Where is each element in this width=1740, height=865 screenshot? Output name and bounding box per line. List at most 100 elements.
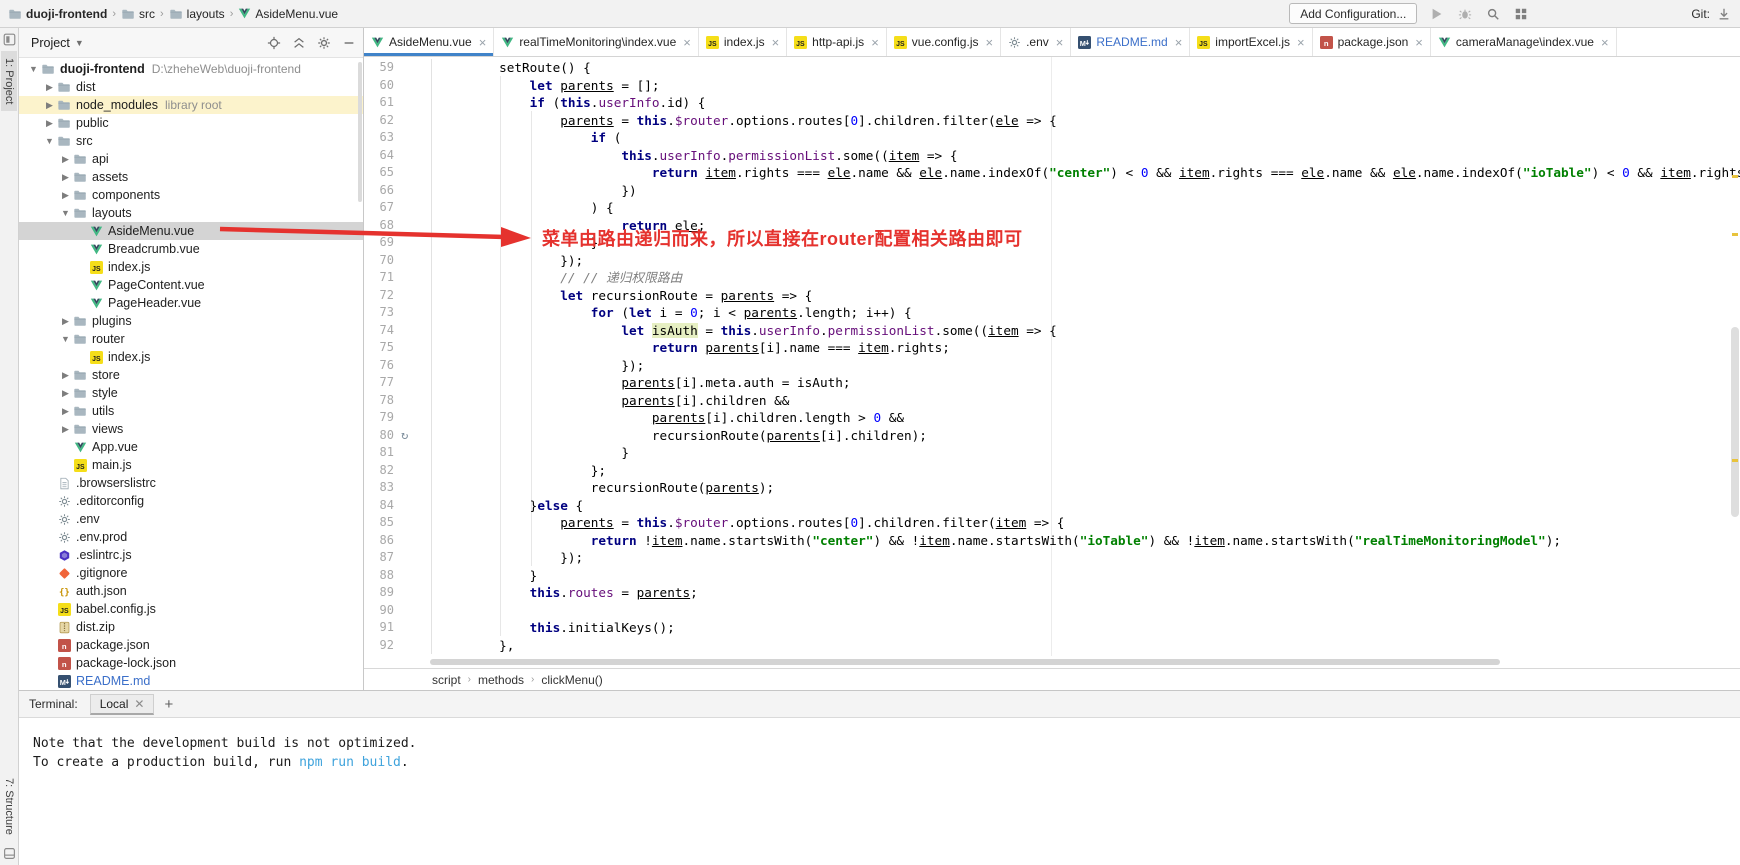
- editor-tab-http-api-js[interactable]: JShttp-api.js×: [787, 28, 887, 56]
- hide-panel-icon[interactable]: [341, 35, 357, 51]
- error-stripe-mark[interactable]: [1732, 459, 1738, 462]
- tree-item-env[interactable]: .env: [19, 510, 363, 528]
- tree-item-store[interactable]: ▶store: [19, 366, 363, 384]
- tree-chevron-icon[interactable]: ▶: [59, 154, 72, 165]
- editor-tab-importexcel-js[interactable]: JSimportExcel.js×: [1190, 28, 1312, 56]
- tree-item-plugins[interactable]: ▶plugins: [19, 312, 363, 330]
- tab-close-icon[interactable]: ×: [1297, 36, 1305, 49]
- tree-item-public[interactable]: ▶public: [19, 114, 363, 132]
- strip-bottom-icon[interactable]: [2, 846, 17, 861]
- tree-item-babel-config-js[interactable]: JSbabel.config.js: [19, 600, 363, 618]
- error-stripe-mark[interactable]: [1732, 175, 1738, 178]
- tree-chevron-icon[interactable]: ▶: [59, 190, 72, 201]
- tree-item-style[interactable]: ▶style: [19, 384, 363, 402]
- terminal-output[interactable]: Note that the development build is not o…: [19, 718, 1740, 865]
- run-icon[interactable]: [1429, 6, 1445, 22]
- tree-item-dist-zip[interactable]: dist.zip: [19, 618, 363, 636]
- recursion-gutter-icon[interactable]: ↻: [394, 427, 432, 445]
- editor-tab-env[interactable]: .env×: [1001, 28, 1071, 56]
- tree-chevron-icon[interactable]: ▶: [59, 172, 72, 183]
- editor-tab-realtimemonitoring-index-vue[interactable]: realTimeMonitoring\index.vue×: [494, 28, 699, 56]
- tree-chevron-icon[interactable]: ▶: [59, 370, 72, 381]
- title-breadcrumb-src[interactable]: src: [121, 7, 155, 21]
- editor-tab-readme-md[interactable]: MREADME.md×: [1071, 28, 1190, 56]
- tree-item-env-prod[interactable]: .env.prod: [19, 528, 363, 546]
- tree-item-components[interactable]: ▶components: [19, 186, 363, 204]
- tree-item-readme-md[interactable]: MREADME.md: [19, 672, 363, 690]
- tree-chevron-icon[interactable]: ▶: [43, 82, 56, 93]
- tool-window-button-project[interactable]: 1: Project: [1, 51, 17, 111]
- terminal-tab-local[interactable]: Local ✕: [90, 694, 155, 715]
- hscroll-thumb[interactable]: [430, 659, 1500, 665]
- debug-icon[interactable]: [1457, 6, 1473, 22]
- editor-breadcrumb-methods[interactable]: methods: [478, 673, 524, 687]
- editor-tab-vue-config-js[interactable]: JSvue.config.js×: [887, 28, 1001, 56]
- tool-window-button-structure[interactable]: 7: Structure: [1, 771, 17, 842]
- tab-close-icon[interactable]: ×: [985, 36, 993, 49]
- tree-item-duoji-frontend[interactable]: ▼duoji-frontendD:\zheheWeb\duoji-fronten…: [19, 60, 363, 78]
- tree-item-package-lock-json[interactable]: npackage-lock.json: [19, 654, 363, 672]
- tree-item-breadcrumb-vue[interactable]: Breadcrumb.vue: [19, 240, 363, 258]
- tree-chevron-icon[interactable]: ▶: [59, 406, 72, 417]
- title-breadcrumb-asidemenu-vue[interactable]: AsideMenu.vue: [238, 7, 338, 21]
- tree-item-package-json[interactable]: npackage.json: [19, 636, 363, 654]
- tab-close-icon[interactable]: ×: [479, 36, 487, 49]
- tree-chevron-icon[interactable]: ▶: [43, 100, 56, 111]
- tree-item-editorconfig[interactable]: .editorconfig: [19, 492, 363, 510]
- editor-tab-package-json[interactable]: npackage.json×: [1313, 28, 1431, 56]
- project-panel-title[interactable]: Project: [31, 36, 70, 50]
- project-scrollbar[interactable]: [358, 62, 362, 202]
- tab-close-icon[interactable]: ×: [1056, 36, 1064, 49]
- close-icon[interactable]: ✕: [134, 698, 144, 710]
- error-stripe-mark[interactable]: [1732, 233, 1738, 236]
- tab-close-icon[interactable]: ×: [772, 36, 780, 49]
- tab-close-icon[interactable]: ×: [1415, 36, 1423, 49]
- tab-close-icon[interactable]: ×: [1601, 36, 1609, 49]
- editor-tab-index-js[interactable]: JSindex.js×: [699, 28, 787, 56]
- tree-chevron-icon[interactable]: ▶: [59, 388, 72, 399]
- new-terminal-icon[interactable]: +: [164, 697, 173, 712]
- tab-close-icon[interactable]: ×: [1175, 36, 1183, 49]
- tab-close-icon[interactable]: ×: [683, 36, 691, 49]
- title-breadcrumb-layouts[interactable]: layouts: [169, 7, 225, 21]
- tree-item-src[interactable]: ▼src: [19, 132, 363, 150]
- settings-gear-icon[interactable]: [316, 35, 332, 51]
- tree-chevron-icon[interactable]: ▼: [59, 334, 72, 344]
- tree-item-auth-json[interactable]: {}auth.json: [19, 582, 363, 600]
- tree-chevron-icon[interactable]: ▼: [59, 208, 72, 218]
- tree-item-index-js[interactable]: JSindex.js: [19, 258, 363, 276]
- git-update-icon[interactable]: [1716, 6, 1732, 22]
- tab-close-icon[interactable]: ×: [871, 36, 879, 49]
- editor-tab-cameramanage-index-vue[interactable]: cameraManage\index.vue×: [1431, 28, 1617, 56]
- editor-breadcrumb-script[interactable]: script: [432, 673, 461, 687]
- tool-windows-icon[interactable]: [1513, 6, 1529, 22]
- tree-item-eslintrc-js[interactable]: .eslintrc.js: [19, 546, 363, 564]
- tool-window-switcher-icon[interactable]: [2, 32, 17, 47]
- code-editor[interactable]: 59 setRoute() {60 let parents = [];61 if…: [364, 57, 1740, 656]
- tree-chevron-icon[interactable]: ▼: [27, 64, 40, 74]
- tree-item-api[interactable]: ▶api: [19, 150, 363, 168]
- collapse-all-icon[interactable]: [291, 35, 307, 51]
- tree-chevron-icon[interactable]: ▼: [43, 136, 56, 146]
- editor-breadcrumb-clickmenu[interactable]: clickMenu(): [541, 673, 602, 687]
- editor-vertical-scrollbar[interactable]: [1731, 327, 1739, 517]
- tree-item-assets[interactable]: ▶assets: [19, 168, 363, 186]
- locate-file-icon[interactable]: [266, 35, 282, 51]
- tree-item-layouts[interactable]: ▼layouts: [19, 204, 363, 222]
- tree-chevron-icon[interactable]: ▶: [59, 424, 72, 435]
- tree-item-views[interactable]: ▶views: [19, 420, 363, 438]
- tree-item-pageheader-vue[interactable]: PageHeader.vue: [19, 294, 363, 312]
- tree-item-utils[interactable]: ▶utils: [19, 402, 363, 420]
- tree-item-node-modules[interactable]: ▶node_moduleslibrary root: [19, 96, 363, 114]
- tree-chevron-icon[interactable]: ▶: [59, 316, 72, 327]
- tree-item-gitignore[interactable]: .gitignore: [19, 564, 363, 582]
- add-configuration-button[interactable]: Add Configuration...: [1289, 3, 1417, 24]
- tree-item-pagecontent-vue[interactable]: PageContent.vue: [19, 276, 363, 294]
- tree-item-main-js[interactable]: JSmain.js: [19, 456, 363, 474]
- search-everywhere-icon[interactable]: [1485, 6, 1501, 22]
- title-breadcrumb-duoji-frontend[interactable]: duoji-frontend: [8, 7, 107, 21]
- tree-item-app-vue[interactable]: App.vue: [19, 438, 363, 456]
- tree-item-router[interactable]: ▼router: [19, 330, 363, 348]
- tree-item-index-js[interactable]: JSindex.js: [19, 348, 363, 366]
- tree-item-dist[interactable]: ▶dist: [19, 78, 363, 96]
